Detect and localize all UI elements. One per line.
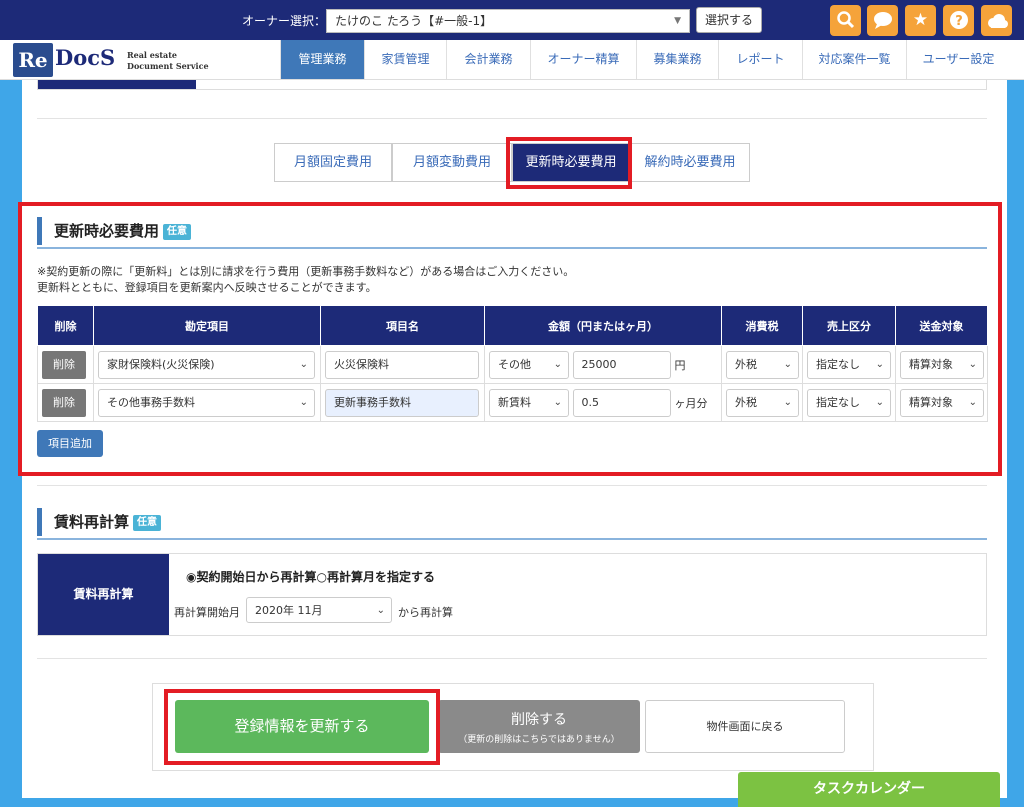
- star-icon[interactable]: ★: [905, 5, 936, 36]
- logo-docs: DocS: [55, 45, 116, 70]
- caret-down-icon: ▼: [674, 16, 681, 26]
- owner-select-label: オーナー選択：: [242, 14, 327, 28]
- divider: [37, 658, 987, 659]
- highlight-subtab: [506, 137, 632, 189]
- delete-button[interactable]: 削除する （更新の削除はこちらではありません）: [438, 700, 640, 753]
- nav-tab-rent[interactable]: 家賃管理: [364, 40, 446, 79]
- logo-re: Re: [13, 43, 53, 77]
- highlight-renewal-section: [18, 202, 1002, 476]
- search-icon[interactable]: [830, 5, 861, 36]
- owner-select-value: たけのこ たろう【#一般-1】: [335, 14, 493, 28]
- subtab-monthly-variable[interactable]: 月額変動費用: [392, 143, 512, 182]
- recalc-title-text: 賃料再計算: [54, 513, 130, 531]
- optional-badge: 任意: [133, 514, 162, 531]
- nav-tab-owner-settlement[interactable]: オーナー精算: [530, 40, 636, 79]
- highlight-update-button: [164, 689, 440, 765]
- chevron-down-icon: ⌄: [376, 605, 385, 616]
- recalc-section-title: 賃料再計算 任意: [37, 508, 162, 536]
- logo-subtitle-2: Document Service: [127, 61, 209, 71]
- nav-tab-report[interactable]: レポート: [718, 40, 802, 79]
- help-icon[interactable]: ?: [943, 5, 974, 36]
- cloud-icon[interactable]: [981, 5, 1012, 36]
- radio-specify-month[interactable]: ○再計算月を指定する: [316, 570, 434, 584]
- radio-from-contract-start[interactable]: ◉契約開始日から再計算: [186, 570, 316, 584]
- subtab-monthly-fixed[interactable]: 月額固定費用: [274, 143, 392, 182]
- section-underline: [37, 538, 987, 540]
- back-to-property-button[interactable]: 物件画面に戻る: [645, 700, 845, 753]
- recalc-month-select[interactable]: 2020年 11月 ⌄: [246, 597, 392, 623]
- divider: [37, 118, 987, 119]
- nav-tab-user-settings[interactable]: ユーザー設定: [906, 40, 1010, 79]
- main-panel: 月額固定費用 月額変動費用 更新時必要費用 解約時必要費用 更新時必要費用 任意 …: [18, 80, 1007, 798]
- recalc-radio-group: ◉契約開始日から再計算○再計算月を指定する: [186, 568, 435, 585]
- recalc-suffix: から再計算: [398, 606, 453, 619]
- main-nav: Re DocS Real estate Document Service 管理業…: [0, 40, 1024, 80]
- delete-button-label: 削除する: [511, 712, 567, 728]
- nav-tab-cases[interactable]: 対応案件一覧: [802, 40, 906, 79]
- divider: [37, 485, 987, 486]
- recalc-row-header: 賃料再計算: [38, 554, 169, 635]
- nav-tab-recruiting[interactable]: 募集業務: [636, 40, 718, 79]
- logo-subtitle-1: Real estate: [127, 50, 178, 60]
- recalc-month-label: 再計算開始月: [174, 606, 240, 619]
- redocs-logo[interactable]: Re DocS Real estate Document Service: [13, 43, 213, 77]
- recalc-table: 賃料再計算 ◉契約開始日から再計算○再計算月を指定する 再計算開始月 2020年…: [37, 553, 987, 636]
- previous-section-card: [37, 80, 987, 90]
- chat-icon[interactable]: [867, 5, 898, 36]
- nav-tab-management[interactable]: 管理業務: [280, 40, 364, 79]
- top-bar: オーナー選択： たけのこ たろう【#一般-1】 ▼ 選択する ★ ?: [0, 0, 1024, 40]
- recalc-month-value: 2020年 11月: [255, 604, 323, 617]
- owner-select[interactable]: たけのこ たろう【#一般-1】 ▼: [326, 9, 690, 33]
- nav-tab-accounting[interactable]: 会計業務: [446, 40, 530, 79]
- owner-select-button[interactable]: 選択する: [696, 7, 762, 33]
- svg-text:?: ?: [955, 14, 963, 29]
- task-calendar-button[interactable]: タスクカレンダー: [738, 772, 1000, 807]
- delete-button-note: （更新の削除はこちらではありません）: [458, 735, 620, 745]
- subtab-cancellation-costs[interactable]: 解約時必要費用: [630, 143, 750, 182]
